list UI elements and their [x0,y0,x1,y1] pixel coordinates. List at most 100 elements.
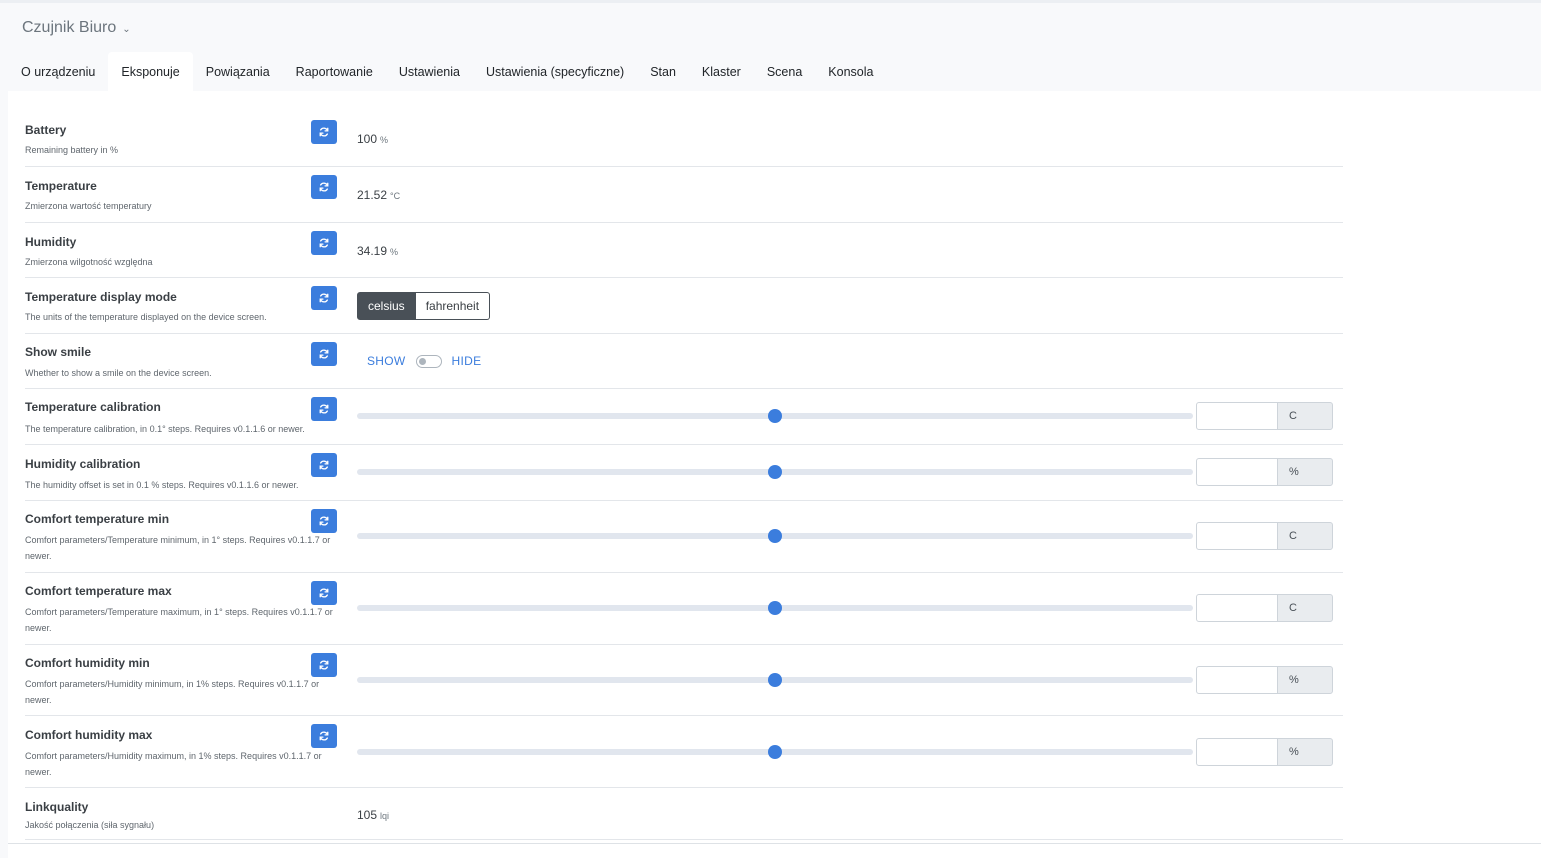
unit-addon: % [1277,458,1333,486]
refresh-icon [319,182,329,192]
comfort-humidity-max-input[interactable] [1196,738,1278,766]
expose-label: Battery [25,123,67,137]
expose-label: Temperature calibration [25,400,161,414]
tab-cluster[interactable]: Klaster [689,52,754,91]
tab-reporting[interactable]: Raportowanie [283,52,386,91]
refresh-button[interactable] [311,342,337,366]
refresh-button[interactable] [311,653,337,677]
expose-label: Humidity [25,235,77,249]
expose-row-comfort-temperature-max: Comfort temperature max Comfort paramete… [25,573,1343,645]
celsius-button[interactable]: celsius [357,292,416,320]
refresh-icon [319,731,329,741]
expose-row-temperature: Temperature Zmierzona wartość temperatur… [25,167,1343,223]
expose-row-temp-display-mode: Temperature display mode The units of th… [25,278,1343,334]
expose-label: Comfort humidity max [25,728,153,742]
topbar-shadow [0,0,1541,3]
device-title: Czujnik Biuro [22,19,117,36]
tab-state[interactable]: Stan [637,52,689,91]
expose-label: Linkquality [25,800,89,814]
tab-settings-specific[interactable]: Ustawienia (specyficzne) [473,52,637,91]
refresh-icon [319,404,329,414]
slider-thumb[interactable] [768,529,782,543]
exposes-panel: Battery Remaining battery in % 100% Temp… [8,91,1541,858]
expose-desc: Comfort parameters/Temperature minimum, … [25,535,331,561]
linkquality-value: 105 lqi [357,808,390,822]
expose-row-comfort-humidity-min: Comfort humidity min Comfort parameters/… [25,645,1343,716]
refresh-icon [319,238,329,248]
refresh-icon [319,127,329,137]
tab-settings[interactable]: Ustawienia [386,52,473,91]
slider-thumb[interactable] [768,465,782,479]
refresh-icon [319,349,329,359]
expose-row-battery: Battery Remaining battery in % 100% [25,112,1343,167]
tab-bar: O urządzeniu Eksponuje Powiązania Raport… [8,52,886,91]
refresh-button[interactable] [311,453,337,477]
expose-row-temperature-calibration: Temperature calibration The temperature … [25,389,1343,445]
expose-label: Humidity calibration [25,457,141,471]
expose-row-linkquality: Linkquality Jakość połączenia (siła sygn… [25,788,1343,840]
fahrenheit-button[interactable]: fahrenheit [415,292,491,320]
panel-divider [8,843,1541,844]
slider-thumb[interactable] [768,601,782,615]
refresh-icon [319,293,329,303]
tab-bindings[interactable]: Powiązania [193,52,283,91]
temperature-calibration-slider[interactable] [357,409,1193,423]
chevron-down-icon: ⌄ [122,23,131,35]
refresh-icon [319,460,329,470]
refresh-button[interactable] [311,581,337,605]
refresh-button[interactable] [311,175,337,199]
slider-thumb[interactable] [768,745,782,759]
expose-desc: Comfort parameters/Humidity minimum, in … [25,679,320,705]
refresh-button[interactable] [311,286,337,310]
expose-desc: Zmierzona wilgotność względna [25,257,153,267]
comfort-humidity-min-slider[interactable] [357,673,1193,687]
device-selector[interactable]: Czujnik Biuro ⌄ [22,17,131,39]
battery-value: 100% [357,132,389,146]
comfort-temperature-min-slider[interactable] [357,529,1193,543]
unit-addon: C [1277,594,1333,622]
temperature-calibration-input[interactable] [1196,402,1278,430]
refresh-button[interactable] [311,120,337,144]
slider-thumb[interactable] [768,409,782,423]
refresh-button[interactable] [311,231,337,255]
hide-label[interactable]: HIDE [452,354,482,368]
expose-row-comfort-humidity-max: Comfort humidity max Comfort parameters/… [25,716,1343,788]
tab-about[interactable]: O urządzeniu [8,52,108,91]
refresh-button[interactable] [311,397,337,421]
expose-desc: The humidity offset is set in 0.1 % step… [25,480,299,490]
smile-toggle-switch[interactable] [415,354,442,368]
tab-console[interactable]: Konsola [815,52,886,91]
unit-addon: % [1277,666,1333,694]
expose-desc: Zmierzona wartość temperatury [25,201,152,211]
switch-knob [418,357,426,365]
expose-label: Show smile [25,345,92,359]
refresh-icon [319,516,329,526]
humidity-calibration-input[interactable] [1196,458,1278,486]
tab-scene[interactable]: Scena [754,52,815,91]
tab-exposes[interactable]: Eksponuje [108,52,193,91]
expose-row-humidity: Humidity Zmierzona wilgotność względna 3… [25,223,1343,278]
comfort-temperature-min-input[interactable] [1196,522,1278,550]
expose-desc: Jakość połączenia (siła sygnału) [25,820,155,830]
temperature-value: 21.52 °C [357,188,401,202]
refresh-button[interactable] [311,509,337,533]
expose-label: Comfort temperature min [25,512,170,526]
show-label[interactable]: SHOW [367,354,406,368]
refresh-button[interactable] [311,724,337,748]
expose-row-comfort-temperature-min: Comfort temperature min Comfort paramete… [25,501,1343,573]
expose-label: Comfort humidity min [25,656,150,670]
slider-thumb[interactable] [768,673,782,687]
expose-desc: Comfort parameters/Temperature maximum, … [25,607,333,633]
expose-desc: Whether to show a smile on the device sc… [25,368,212,378]
comfort-temperature-max-input[interactable] [1196,594,1278,622]
expose-row-show-smile: Show smile Whether to show a smile on th… [25,334,1343,389]
refresh-icon [319,588,329,598]
unit-addon: C [1277,402,1333,430]
humidity-calibration-slider[interactable] [357,465,1193,479]
comfort-temperature-max-slider[interactable] [357,601,1193,615]
expose-label: Comfort temperature max [25,584,172,598]
humidity-value: 34.19% [357,244,399,258]
comfort-humidity-min-input[interactable] [1196,666,1278,694]
expose-row-humidity-calibration: Humidity calibration The humidity offset… [25,445,1343,501]
comfort-humidity-max-slider[interactable] [357,745,1193,759]
